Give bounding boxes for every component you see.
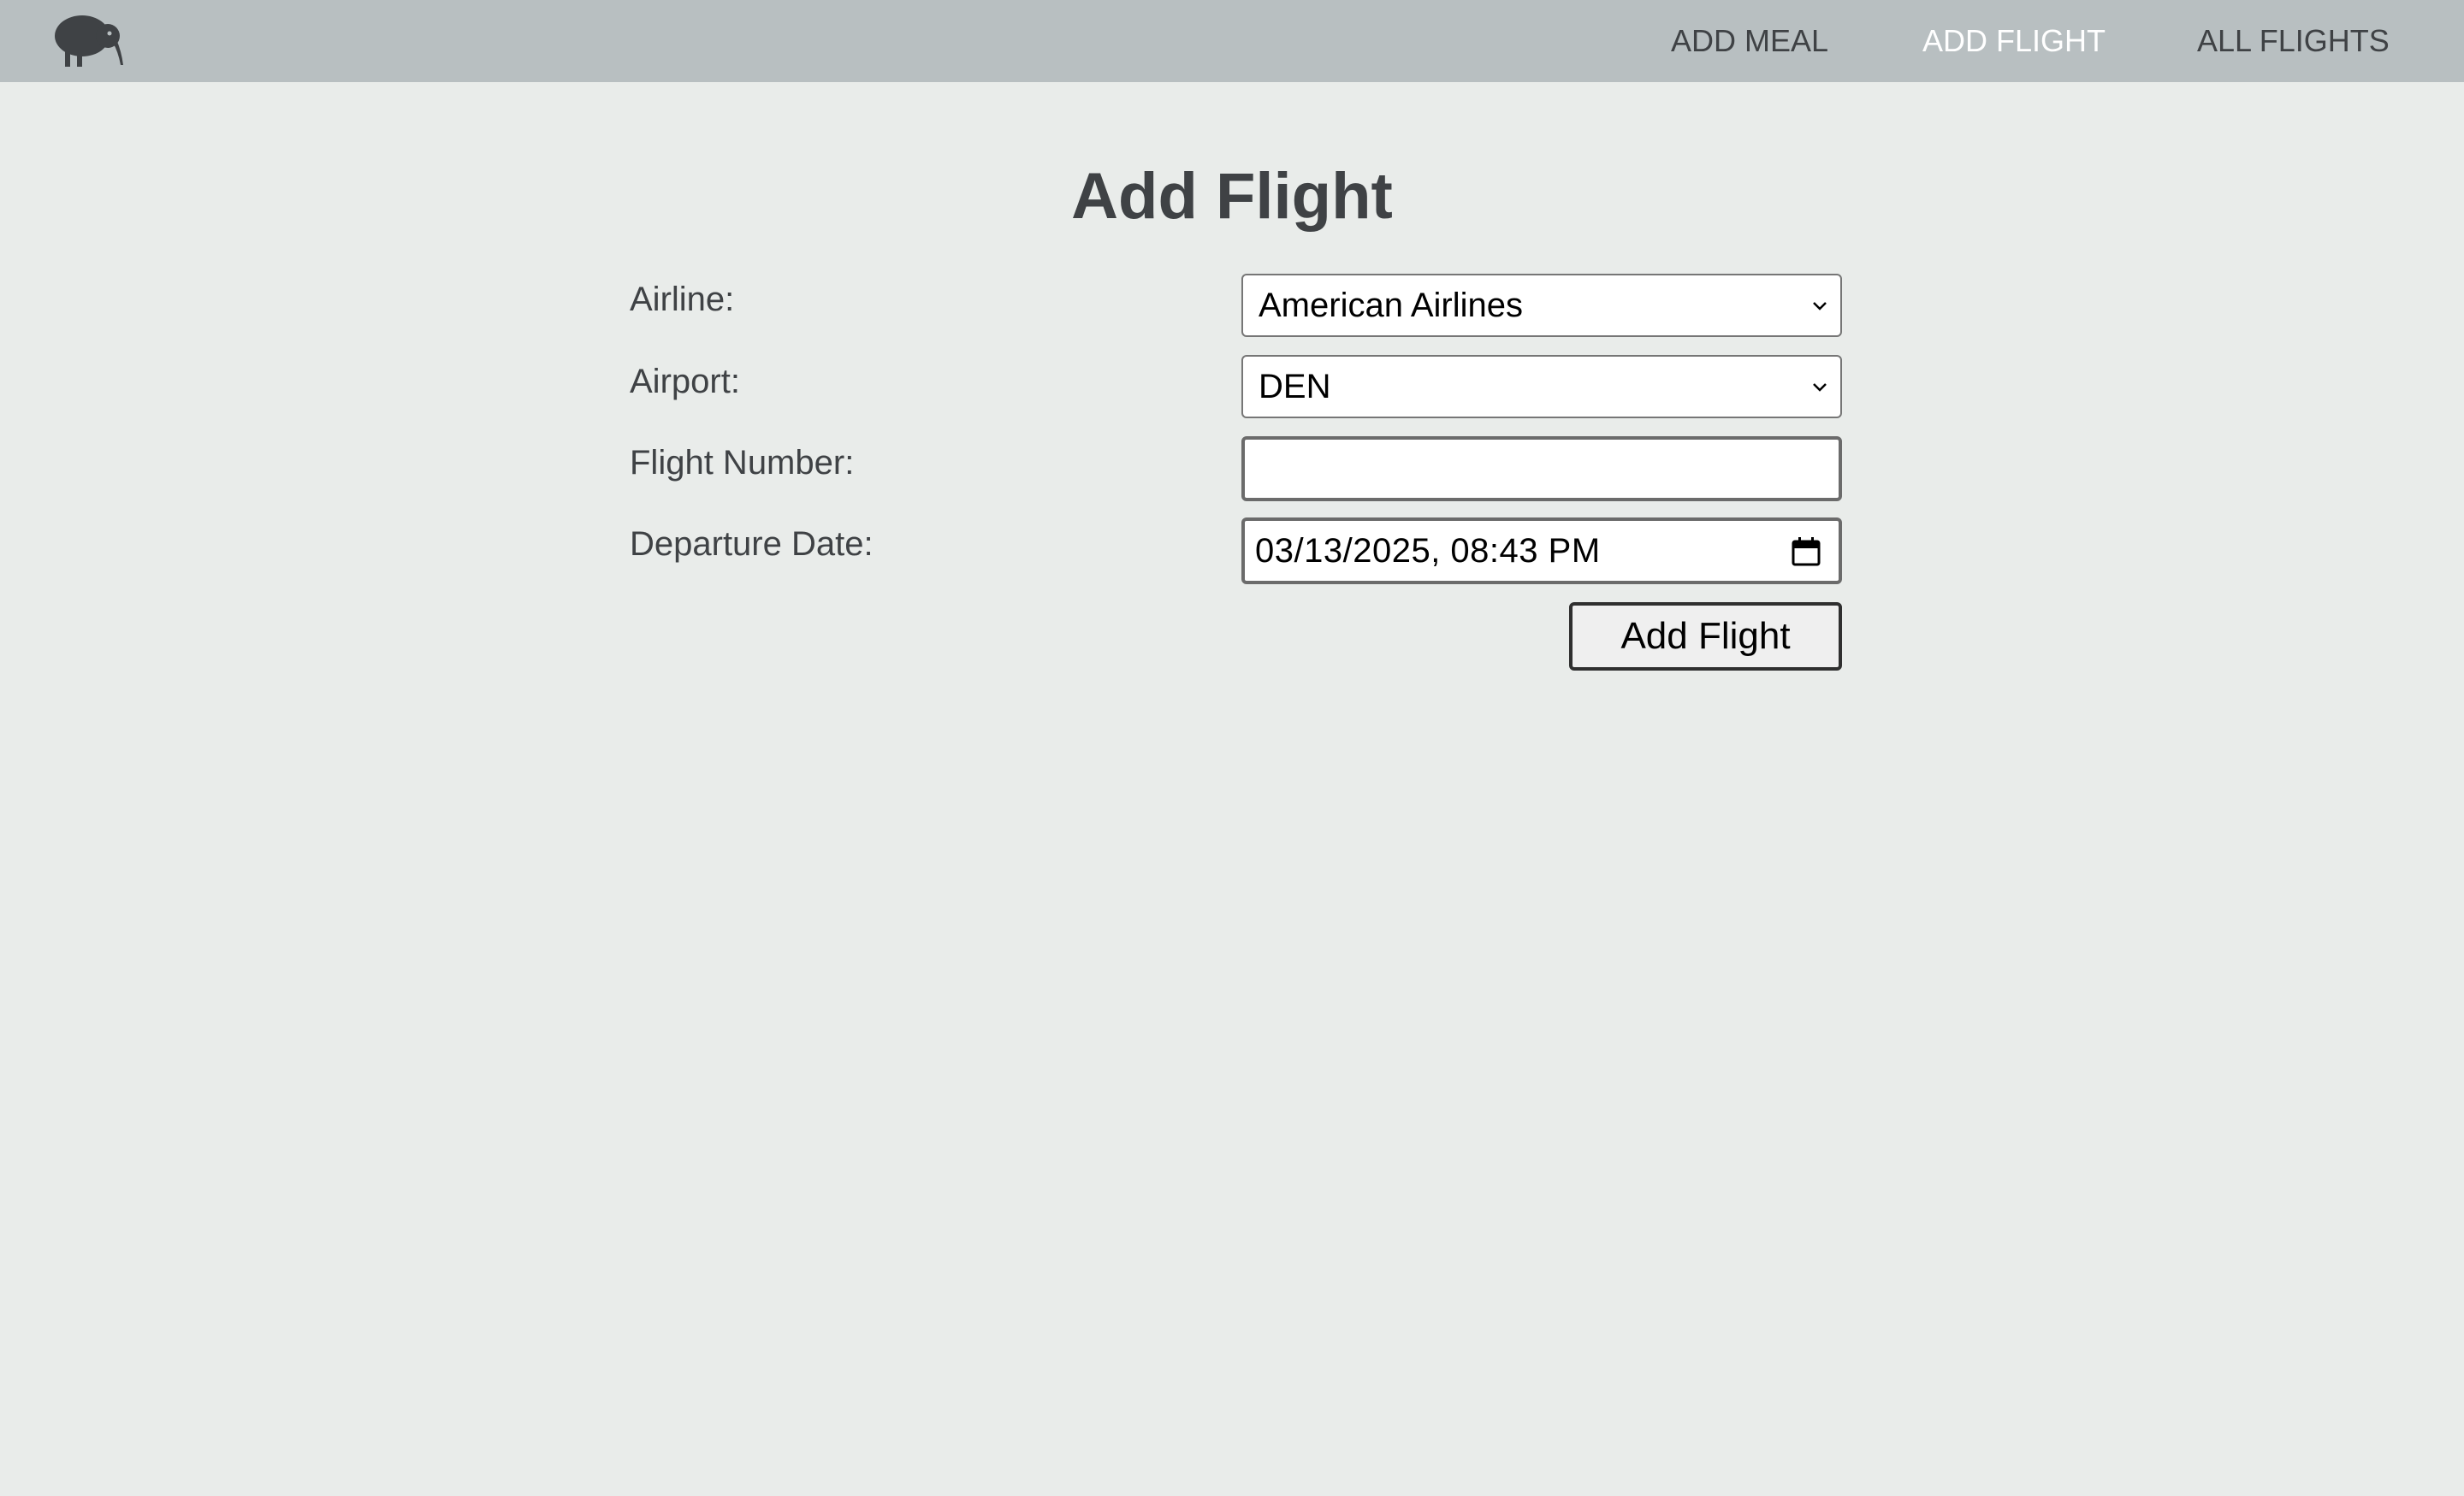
departure-date-input[interactable]: 03/13/2025, 08:43 PM <box>1241 517 1842 584</box>
airline-select[interactable]: American Airlines <box>1241 274 1842 337</box>
nav-all-flights[interactable]: ALL FLIGHTS <box>2197 0 2390 82</box>
kiwi-bird-icon[interactable] <box>48 10 125 70</box>
add-flight-button[interactable]: Add Flight <box>1569 602 1842 671</box>
chevron-down-icon <box>1813 383 1827 392</box>
departure-date-label: Departure Date: <box>630 525 874 563</box>
departure-date-value: 03/13/2025, 08:43 PM <box>1255 532 1601 570</box>
flight-number-label: Flight Number: <box>630 444 855 482</box>
nav-add-meal[interactable]: ADD MEAL <box>1671 0 1828 82</box>
airport-label: Airport: <box>630 363 740 400</box>
nav-add-flight[interactable]: ADD FLIGHT <box>1922 0 2106 82</box>
calendar-icon[interactable] <box>1791 536 1821 567</box>
airline-selected-value: American Airlines <box>1259 287 1524 324</box>
chevron-down-icon <box>1813 302 1827 310</box>
top-nav-bar: ADD MEAL ADD FLIGHT ALL FLIGHTS <box>0 0 2464 82</box>
airport-selected-value: DEN <box>1259 368 1331 405</box>
airport-select[interactable]: DEN <box>1241 355 1842 418</box>
airline-label: Airline: <box>630 281 735 318</box>
flight-number-input[interactable] <box>1241 436 1842 501</box>
page-title: Add Flight <box>1071 160 1393 233</box>
